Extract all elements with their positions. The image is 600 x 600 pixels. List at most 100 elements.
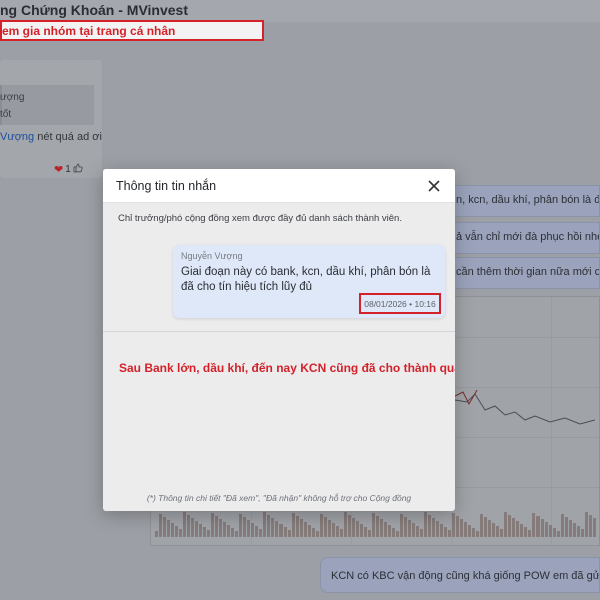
volume-bar: [331, 523, 335, 537]
message-info-modal: Thông tin tin nhắn Chỉ trưởng/phó cộng đ…: [103, 169, 455, 511]
volume-bar: [472, 528, 476, 537]
chat-bubble[interactable]: n, kcn, dầu khí, phân bón là đã cho: [438, 185, 600, 217]
volume-bar: [167, 520, 171, 537]
message-text: Giai đoạn này có bank, kcn, dầu khí, phâ…: [181, 266, 431, 293]
volume-bar: [544, 522, 548, 537]
chat-bubble[interactable]: cần thêm thời gian nữa mới có s: [438, 257, 600, 289]
volume-bar: [179, 529, 183, 537]
volume-bar: [395, 531, 399, 537]
volume-bar: [187, 515, 191, 537]
volume-bar: [283, 527, 287, 537]
volume-bar: [504, 512, 508, 537]
volume-bar: [319, 514, 323, 537]
volume-bar: [371, 513, 375, 537]
volume-bar: [416, 526, 420, 537]
volume-bar: [512, 518, 516, 537]
volume-bar: [223, 522, 227, 537]
volume-bar: [303, 522, 307, 537]
volume-bar: [407, 520, 411, 537]
left-message-body: nét quá ad ơi: [34, 131, 102, 143]
price-line: [455, 389, 595, 425]
volume-bar: [476, 531, 480, 537]
volume-bar: [267, 515, 271, 537]
volume-bar: [564, 517, 568, 537]
volume-bar: [271, 518, 275, 537]
volume-bar: [215, 516, 219, 537]
volume-bar: [235, 531, 239, 537]
volume-bar: [399, 514, 403, 537]
chat-bubble[interactable]: KCN có KBC vận động cũng khá giống POW e…: [320, 557, 600, 593]
message-card: Nguyễn Vượng Giai đoạn này có bank, kcn,…: [173, 245, 445, 318]
close-icon[interactable]: [425, 177, 443, 195]
volume-bar: [496, 526, 500, 537]
volume-bar: [520, 524, 524, 537]
volume-bar: [155, 531, 159, 537]
volume-bar: [420, 529, 424, 537]
message-author: Nguyễn Vượng: [181, 251, 243, 261]
volume-bar: [375, 516, 379, 537]
volume-bar: [351, 518, 355, 537]
volume-bar: [492, 523, 496, 537]
heart-icon[interactable]: ❤: [54, 163, 63, 176]
volume-bar: [560, 514, 564, 537]
mention-link[interactable]: Vượng: [0, 131, 34, 143]
volume-bar: [227, 525, 231, 537]
thumbs-up-icon[interactable]: [73, 163, 83, 176]
volume-bar: [379, 519, 383, 537]
volume-bar: [403, 517, 407, 537]
volume-bar: [444, 527, 448, 537]
volume-bar: [508, 515, 512, 537]
volume-bar: [207, 530, 211, 537]
volume-bar: [339, 529, 343, 537]
volume-bar: [163, 517, 167, 537]
volume-bar: [231, 528, 235, 537]
modal-title: Thông tin tin nhắn: [116, 179, 217, 193]
volume-bar: [456, 516, 460, 537]
volume-bar: [203, 527, 207, 537]
volume-bar: [448, 530, 452, 537]
modal-header: Thông tin tin nhắn: [103, 169, 455, 203]
volume-bar: [464, 522, 468, 537]
volume-bar: [175, 526, 179, 537]
volume-bar: [247, 520, 251, 537]
volume-bar: [500, 529, 504, 537]
volume-bar: [367, 530, 371, 537]
volume-bar: [363, 527, 367, 537]
volume-bar: [171, 523, 175, 537]
modal-info-text: Chỉ trưởng/phó cộng đồng xem được đầy đủ…: [118, 213, 402, 224]
volume-bar: [592, 518, 596, 537]
volume-bar: [199, 524, 203, 537]
volume-bar: [243, 517, 247, 537]
volume-bar: [468, 525, 472, 537]
volume-bar: [275, 521, 279, 537]
quote-text: tốt: [0, 109, 12, 120]
join-group-banner[interactable]: em gia nhóm tại trang cá nhân: [0, 20, 264, 41]
chat-bubble[interactable]: ả vẫn chỉ mới đà phục hồi nhe,: [438, 222, 600, 254]
volume-bar: [548, 525, 552, 537]
volume-bar: [191, 518, 195, 537]
volume-bar: [255, 526, 259, 537]
volume-bar: [488, 520, 492, 537]
volume-bar: [576, 526, 580, 537]
volume-bar: [424, 512, 428, 537]
volume-bar: [311, 528, 315, 537]
volume-bar: [432, 518, 436, 537]
volume-bar: [355, 521, 359, 537]
volume-bar: [263, 512, 267, 537]
volume-bar: [480, 514, 484, 537]
volume-bar: [291, 513, 295, 537]
volume-bar: [347, 515, 351, 537]
volume-bar: [528, 530, 532, 537]
volume-bar: [315, 531, 319, 537]
reaction-bar[interactable]: ❤ 1: [54, 162, 100, 176]
volume-bar: [584, 512, 588, 537]
left-message-text: Vượng nét quá ad ơi: [0, 131, 102, 143]
volume-bar: [307, 525, 311, 537]
volume-bar: [580, 529, 584, 537]
volume-bar: [211, 513, 215, 537]
volume-bar: [484, 517, 488, 537]
reply-quote-box: [0, 85, 94, 125]
volume-bar: [219, 519, 223, 537]
volume-bar: [295, 516, 299, 537]
volume-bar: [588, 515, 592, 537]
